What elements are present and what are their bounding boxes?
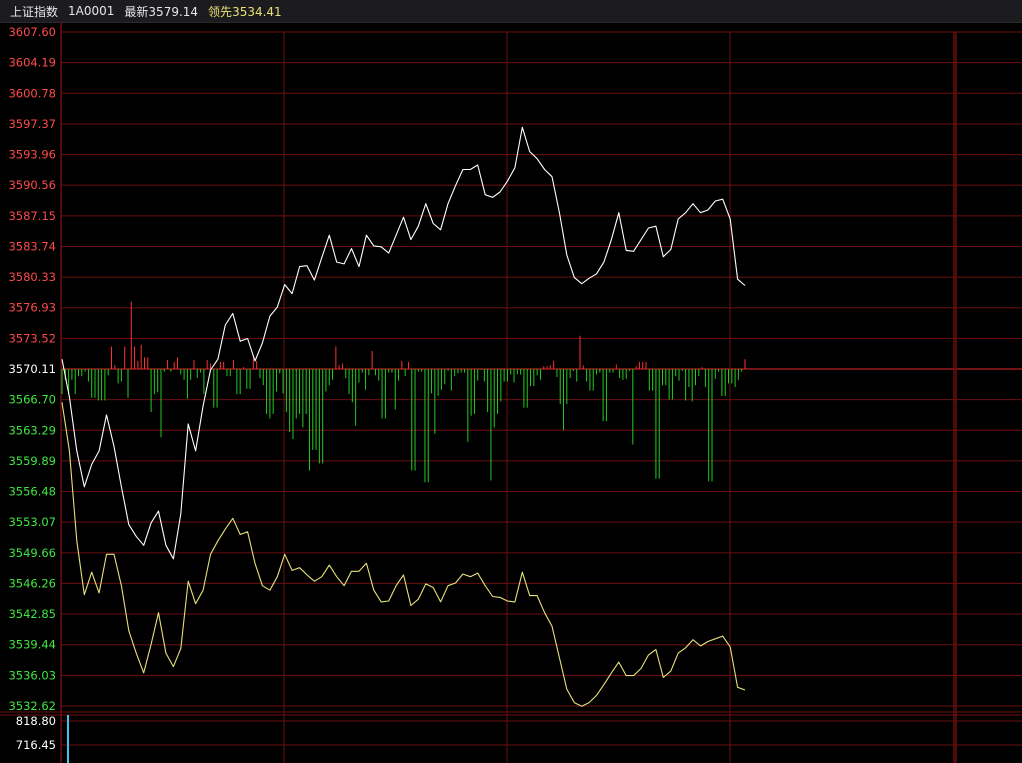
chart-grid	[0, 22, 1022, 763]
index-code: 1A0001	[68, 4, 115, 18]
price-tick-label: 3532.62	[8, 699, 56, 713]
index-name: 上证指数	[10, 4, 59, 19]
index-lines	[61, 126, 746, 707]
price-line	[61, 126, 746, 560]
lead-label: 领先	[208, 4, 233, 19]
lead-line	[61, 402, 746, 707]
price-tick-label: 3559.89	[8, 454, 56, 468]
price-tick-label: 3566.70	[8, 393, 56, 407]
buy-sell-bars	[61, 301, 746, 483]
price-tick-label: 3570.11	[8, 362, 56, 376]
title-bar: 上证指数 1A0001 最新3579.14 领先3534.41	[0, 0, 1022, 23]
price-tick-label: 3587.15	[8, 209, 56, 223]
volume-panel: 818.80 716.45	[16, 714, 1022, 763]
price-tick-label: 3542.85	[8, 607, 56, 621]
price-tick-label: 3573.52	[8, 331, 56, 345]
volume-tick-label: 716.45	[16, 738, 56, 752]
price-tick-label: 3556.48	[8, 485, 56, 499]
price-tick-label: 3583.74	[8, 239, 56, 253]
latest-price: 最新3579.14	[124, 3, 198, 20]
latest-value: 3579.14	[148, 4, 199, 19]
price-tick-label: 3604.19	[8, 56, 56, 70]
price-tick-label: 3539.44	[8, 638, 56, 652]
price-tick-label: 3593.96	[8, 148, 56, 162]
price-tick-label: 3546.26	[8, 576, 56, 590]
lead-value: 3534.41	[232, 4, 282, 19]
price-tick-label: 3597.37	[8, 117, 56, 131]
price-tick-label: 3607.60	[8, 25, 56, 39]
price-tick-label: 3549.66	[8, 546, 56, 560]
price-tick-label: 3553.07	[8, 515, 56, 529]
lead-price: 领先3534.41	[208, 3, 282, 20]
price-tick-label: 3563.29	[8, 423, 56, 437]
price-tick-label: 3600.78	[8, 86, 56, 100]
price-tick-label: 3576.93	[8, 301, 56, 315]
intraday-chart[interactable]: 3607.60 3604.19 3600.78 3597.37 3593.96 3590.…	[0, 22, 1022, 763]
volume-tick-label: 818.80	[16, 714, 56, 728]
price-tick-label: 3590.56	[8, 178, 56, 192]
price-tick-label: 3580.33	[8, 270, 56, 284]
price-tick-label: 3536.03	[8, 668, 56, 682]
price-axis-labels: 3607.60 3604.19 3600.78 3597.37 3593.96 3590.…	[8, 25, 56, 713]
latest-label: 最新	[124, 4, 149, 19]
